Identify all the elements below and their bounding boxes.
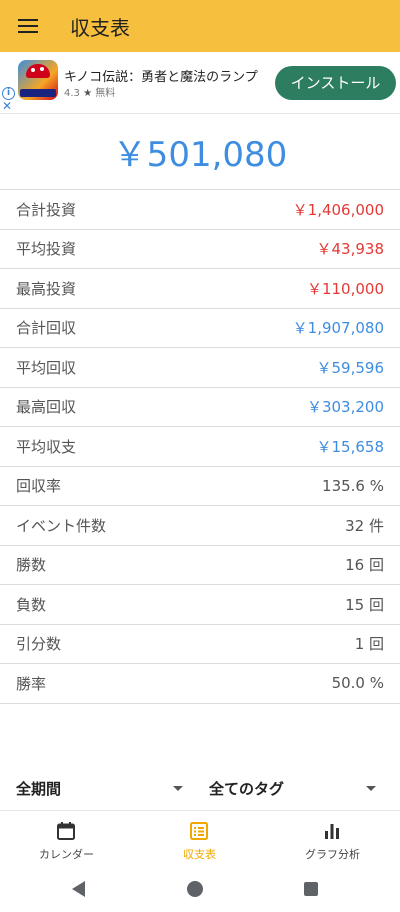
stat-row: 平均投資 ￥43,938 (0, 230, 400, 269)
stat-label: 勝数 (16, 556, 47, 575)
nav-balance-sheet-label: 収支表 (183, 848, 216, 861)
stat-value: 1 回 (354, 635, 384, 654)
stat-row: 引分数 1 回 (0, 625, 400, 664)
install-button[interactable]: インストール (275, 66, 396, 100)
bottom-navigation: カレンダー 収支表 グラフ分析 (0, 810, 400, 866)
stat-label: 合計投資 (16, 200, 77, 219)
filter-bar: 全期間 全てのタグ (0, 768, 400, 808)
nav-balance-sheet[interactable]: 収支表 (133, 811, 266, 867)
total-balance: ￥501,080 (0, 114, 400, 190)
stat-label: 平均収支 (16, 437, 77, 456)
chevron-down-icon (173, 786, 183, 791)
stat-row: 勝率 50.0 % (0, 664, 400, 704)
stat-value: ￥15,658 (316, 437, 385, 456)
period-label: 全期間 (16, 779, 62, 798)
stat-value: ￥303,200 (306, 398, 384, 417)
stat-label: 最高回収 (16, 398, 77, 417)
stat-value: 50.0 % (331, 674, 384, 693)
calendar-icon (57, 822, 75, 840)
page-title: 収支表 (70, 15, 130, 40)
stat-label: 平均投資 (16, 240, 77, 259)
stat-label: 平均回収 (16, 358, 77, 377)
stat-row: イベント件数 32 件 (0, 506, 400, 546)
app-icon[interactable] (18, 60, 58, 100)
stat-label: 合計回収 (16, 319, 77, 338)
ad-title[interactable]: キノコ伝説：勇者と魔法のランプ (64, 66, 258, 85)
bar-chart-icon (325, 824, 339, 839)
stat-value: 15 回 (345, 595, 384, 614)
star-icon: ★ (83, 88, 93, 99)
menu-button[interactable] (0, 0, 56, 52)
stat-row: 平均収支 ￥15,658 (0, 427, 400, 467)
period-dropdown[interactable]: 全期間 (16, 768, 191, 808)
stat-value: ￥1,406,000 (292, 200, 384, 219)
stat-row: 合計回収 ￥1,907,080 (0, 309, 400, 348)
stat-label: 回収率 (16, 477, 62, 496)
close-icon[interactable]: ✕ (2, 100, 12, 112)
stat-value: ￥110,000 (306, 279, 384, 298)
system-navigation-bar (0, 866, 400, 912)
stat-label: 勝率 (16, 674, 47, 693)
stat-row: 勝数 16 回 (0, 546, 400, 585)
stat-row: 平均回収 ￥59,596 (0, 348, 400, 388)
nav-calendar[interactable]: カレンダー (0, 811, 133, 867)
stat-value: 16 回 (345, 556, 384, 575)
ad-rating: 4.3 (64, 88, 80, 99)
stat-row: 回収率 135.6 % (0, 467, 400, 506)
stat-label: 最高投資 (16, 279, 77, 298)
home-icon[interactable] (187, 881, 203, 897)
recent-apps-icon[interactable] (304, 882, 318, 896)
chevron-down-icon (366, 786, 376, 791)
back-icon[interactable] (72, 881, 85, 897)
nav-calendar-label: カレンダー (39, 848, 94, 861)
nav-graph-analysis[interactable]: グラフ分析 (266, 811, 399, 867)
stat-value: 135.6 % (322, 476, 384, 495)
stat-label: 引分数 (16, 635, 62, 654)
nav-graph-analysis-label: グラフ分析 (305, 848, 360, 861)
stats-table: 合計投資 ￥1,406,000 平均投資 ￥43,938 最高投資 ￥110,000 合計回… (0, 190, 400, 704)
tag-dropdown[interactable]: 全てのタグ (209, 768, 384, 808)
ad-meta: 4.3 ★ 無料 (64, 84, 115, 99)
stat-label: 負数 (16, 595, 47, 614)
stat-label: イベント件数 (16, 516, 107, 535)
ad-price: 無料 (95, 88, 116, 99)
stat-row: 負数 15 回 (0, 585, 400, 625)
stat-row: 合計投資 ￥1,406,000 (0, 190, 400, 230)
app-bar: 収支表 (0, 0, 400, 52)
stat-value: ￥43,938 (316, 240, 385, 259)
stat-value: 32 件 (345, 516, 384, 535)
stat-value: ￥59,596 (316, 358, 385, 377)
stat-value: ￥1,907,080 (292, 319, 384, 338)
ad-banner[interactable]: キノコ伝説：勇者と魔法のランプ 4.3 ★ 無料 i ✕ インストール (0, 52, 400, 114)
list-icon (190, 822, 208, 840)
stat-row: 最高回収 ￥303,200 (0, 388, 400, 427)
stat-row: 最高投資 ￥110,000 (0, 269, 400, 309)
hamburger-icon (18, 19, 38, 33)
tag-label: 全てのタグ (209, 779, 285, 798)
